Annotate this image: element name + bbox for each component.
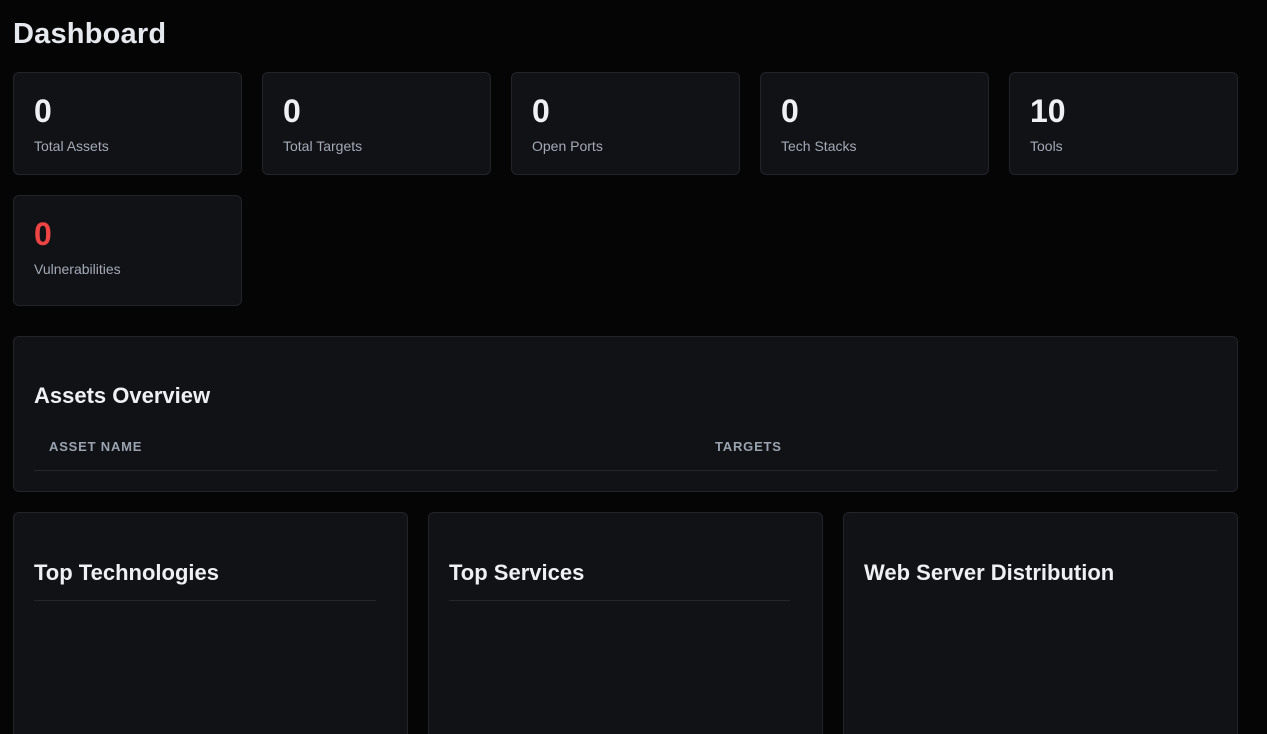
page-title: Dashboard: [13, 18, 167, 50]
dashboard-page: Dashboard 0 Total Assets 0 Total Targets…: [0, 0, 1267, 734]
stat-card-total-targets[interactable]: 0 Total Targets: [262, 72, 491, 175]
table-header: ASSET NAME TARGETS: [34, 435, 1217, 471]
stat-label: Total Assets: [34, 138, 109, 154]
section-title: Top Technologies: [34, 560, 219, 585]
top-technologies-panel: Top Technologies: [13, 512, 408, 734]
divider: [34, 600, 376, 601]
stat-label: Tech Stacks: [781, 138, 857, 154]
stat-value: 0: [283, 93, 301, 129]
section-title: Assets Overview: [34, 383, 211, 408]
stat-value: 0: [781, 93, 799, 129]
top-services-panel: Top Services: [428, 512, 823, 734]
stat-card-vulnerabilities[interactable]: 0 Vulnerabilities: [13, 195, 242, 306]
column-header-targets[interactable]: TARGETS: [715, 439, 782, 454]
stat-label: Open Ports: [532, 138, 603, 154]
stat-label: Tools: [1030, 138, 1063, 154]
stat-label: Total Targets: [283, 138, 363, 154]
stat-card-tools[interactable]: 10 Tools: [1009, 72, 1238, 175]
stat-value: 0: [34, 216, 52, 252]
divider: [449, 600, 790, 601]
stat-card-tech-stacks[interactable]: 0 Tech Stacks: [760, 72, 989, 175]
assets-overview-card: Assets Overview ASSET NAME TARGETS: [13, 336, 1238, 492]
stat-value: 10: [1030, 93, 1066, 129]
section-title: Web Server Distribution: [864, 560, 1115, 585]
section-title: Top Services: [449, 560, 585, 585]
stat-value: 0: [34, 93, 52, 129]
stat-card-open-ports[interactable]: 0 Open Ports: [511, 72, 740, 175]
stat-value: 0: [532, 93, 550, 129]
web-server-distribution-panel: Web Server Distribution: [843, 512, 1238, 734]
stat-card-total-assets[interactable]: 0 Total Assets: [13, 72, 242, 175]
stat-label: Vulnerabilities: [34, 261, 121, 277]
column-header-asset-name[interactable]: ASSET NAME: [49, 439, 142, 454]
